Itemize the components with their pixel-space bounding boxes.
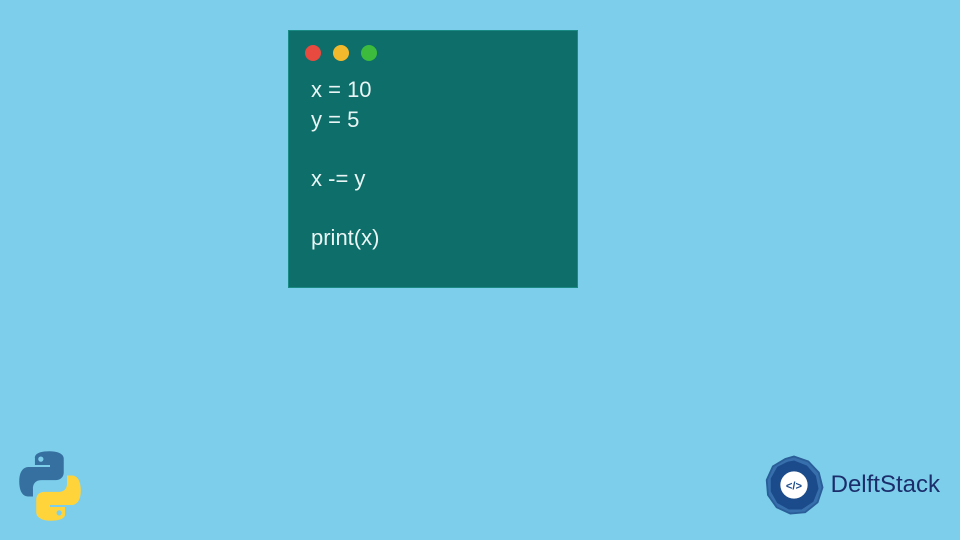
python-logo-icon xyxy=(14,450,86,522)
code-line xyxy=(311,134,555,164)
delftstack-badge-icon: </> xyxy=(763,454,825,516)
code-line: print(x) xyxy=(311,223,555,253)
code-line xyxy=(311,194,555,224)
code-line: x = 10 xyxy=(311,75,555,105)
close-icon xyxy=(305,45,321,61)
code-line: x -= y xyxy=(311,164,555,194)
delftstack-logo: </> DelftStack xyxy=(763,454,940,516)
maximize-icon xyxy=(361,45,377,61)
minimize-icon xyxy=(333,45,349,61)
code-line: y = 5 xyxy=(311,105,555,135)
delftstack-label: DelftStack xyxy=(831,471,940,499)
window-traffic-lights xyxy=(289,31,577,69)
code-window: x = 10 y = 5 x -= y print(x) xyxy=(288,30,578,288)
svg-text:</>: </> xyxy=(786,480,803,492)
code-content: x = 10 y = 5 x -= y print(x) xyxy=(289,69,577,259)
